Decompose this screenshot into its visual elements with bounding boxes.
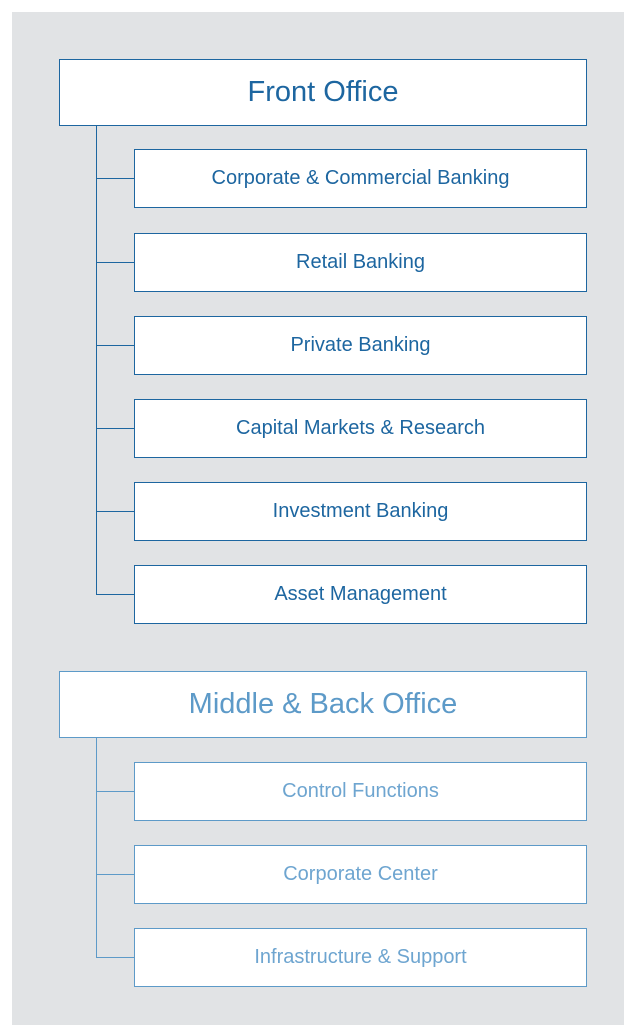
middle-back-office-trunk-line <box>96 738 97 958</box>
org-box-corporate-center: Corporate Center <box>134 845 587 904</box>
org-box-investment-banking: Investment Banking <box>134 482 587 541</box>
connector-line <box>96 957 135 958</box>
org-box-asset-management: Asset Management <box>134 565 587 624</box>
connector-line <box>96 874 135 875</box>
org-box-infrastructure-support: Infrastructure & Support <box>134 928 587 987</box>
connector-line <box>96 594 135 595</box>
front-office-header: Front Office <box>59 59 587 126</box>
front-office-trunk-line <box>96 126 97 595</box>
org-box-retail-banking: Retail Banking <box>134 233 587 292</box>
org-box-corporate-commercial-banking: Corporate & Commercial Banking <box>134 149 587 208</box>
org-box-capital-markets-research: Capital Markets & Research <box>134 399 587 458</box>
middle-back-office-header: Middle & Back Office <box>59 671 587 738</box>
connector-line <box>96 428 135 429</box>
connector-line <box>96 178 135 179</box>
connector-line <box>96 262 135 263</box>
org-box-control-functions: Control Functions <box>134 762 587 821</box>
connector-line <box>96 345 135 346</box>
org-box-private-banking: Private Banking <box>134 316 587 375</box>
connector-line <box>96 791 135 792</box>
connector-line <box>96 511 135 512</box>
